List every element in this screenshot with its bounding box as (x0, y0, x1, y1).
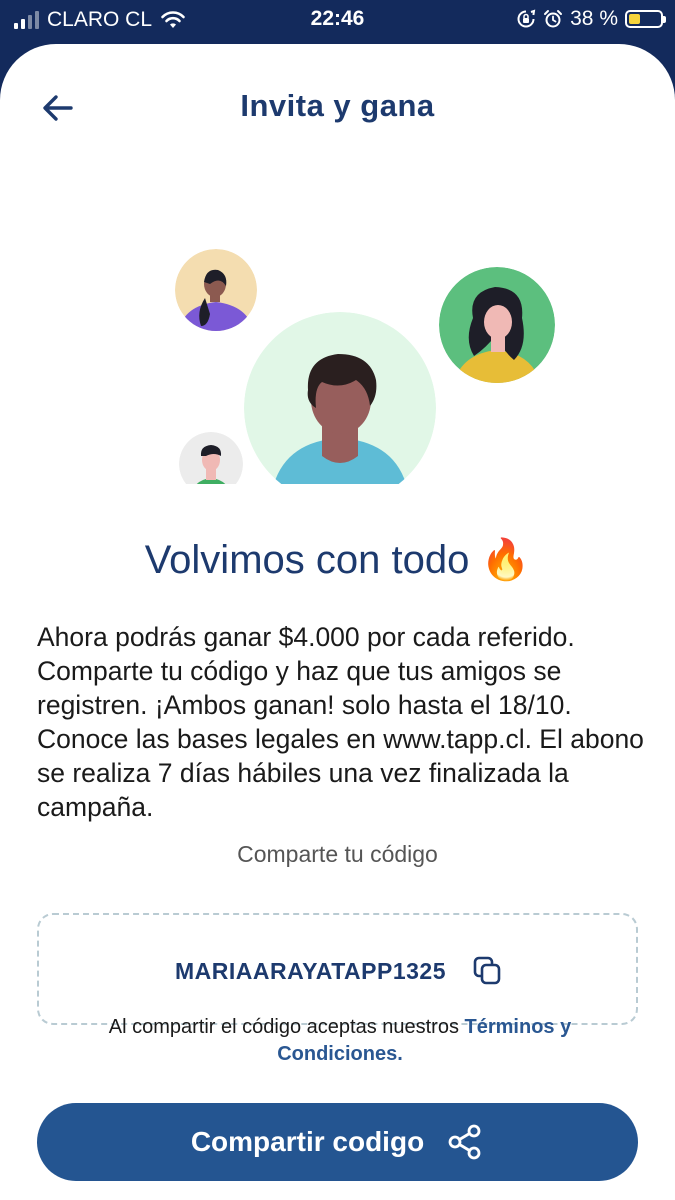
terms-notice: Al compartir el código aceptas nuestros … (60, 1014, 620, 1068)
battery-icon (625, 10, 666, 28)
avatar-woman-large (439, 267, 555, 383)
headline-text: Volvimos con todo (144, 538, 470, 582)
referral-code: MARIAARAYATAPP1325 (174, 957, 447, 984)
rotation-lock-icon (517, 9, 536, 28)
battery-percent: 38 % (570, 7, 618, 30)
avatar-woman-small (175, 249, 257, 331)
headline: Volvimos con todo 🔥 (0, 536, 675, 583)
alarm-icon (544, 10, 563, 28)
avatar-man-center (244, 312, 436, 484)
fire-icon: 🔥 (480, 538, 531, 582)
status-bar: CLARO CL 22:46 38 % (0, 0, 675, 40)
share-code-button-label: Compartir codigo (190, 1126, 425, 1157)
content-sheet: Invita y gana Volvimos con todo 🔥 Ahora … (0, 44, 675, 1200)
referral-code-row: MARIAARAYATAPP1325 (39, 955, 640, 987)
share-code-button[interactable]: Compartir codigo (37, 1103, 638, 1181)
share-code-label: Comparte tu código (237, 841, 438, 867)
terms-prefix: Al compartir el código aceptas nuestros (108, 1016, 465, 1038)
copy-icon[interactable] (472, 955, 504, 987)
referral-illustration (175, 249, 555, 484)
battery-level (629, 14, 640, 24)
page-title: Invita y gana (240, 88, 435, 123)
share-icon (448, 1124, 481, 1160)
status-bar-right: 38 % (516, 7, 666, 31)
referral-code-box: MARIAARAYATAPP1325 (37, 913, 638, 1025)
avatar-man-small (179, 432, 243, 484)
campaign-description: Ahora podrás ganar $4.000 por cada refer… (37, 622, 644, 822)
